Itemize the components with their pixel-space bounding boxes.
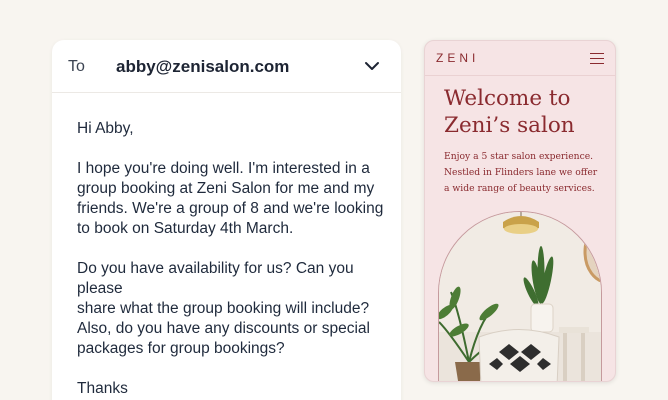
- body-line: packages for group bookings?: [77, 340, 285, 357]
- email-recipient-row[interactable]: To abby@zenisalon.com: [52, 40, 401, 93]
- zeni-logo[interactable]: ZENI: [436, 51, 479, 65]
- body-line: Do you have availability for us? Can you…: [77, 260, 354, 297]
- body-paragraph-1: I hope you're doing well. I'm interested…: [77, 159, 393, 239]
- email-compose-card: To abby@zenisalon.com Hi Abby, I hope yo…: [52, 40, 401, 400]
- salon-interior-photo: [438, 211, 602, 381]
- hero-title-line: Welcome to: [444, 86, 571, 111]
- body-line: friends. We're a group of 8 and we're lo…: [77, 200, 384, 217]
- hero-subtitle: Enjoy a 5 star salon experience. Nestled…: [444, 149, 614, 197]
- hero-title-line: Zeni’s salon: [444, 113, 575, 138]
- greeting: Hi Abby,: [77, 119, 393, 139]
- hero-subtitle-line: a wide range of beauty services.: [444, 183, 595, 194]
- body-line: Hi Abby,: [77, 120, 134, 137]
- hamburger-menu-icon[interactable]: [590, 53, 604, 64]
- body-line: group booking at Zeni Salon for me and m…: [77, 180, 375, 197]
- body-line: I hope you're doing well. I'm interested…: [77, 160, 370, 177]
- email-body[interactable]: Hi Abby, I hope you're doing well. I'm i…: [77, 119, 393, 400]
- body-line: share what the group booking will includ…: [77, 300, 370, 317]
- body-paragraph-2: Do you have availability for us? Can you…: [77, 259, 393, 359]
- mobile-site-preview: ZENI Welcome to Zeni’s salon Enjoy a 5 s…: [424, 40, 616, 382]
- hero-subtitle-line: Nestled in Flinders lane we offer: [444, 167, 598, 178]
- body-line: Thanks: [77, 380, 128, 397]
- hero-subtitle-line: Enjoy a 5 star salon experience.: [444, 151, 594, 162]
- chevron-down-icon[interactable]: [364, 60, 380, 72]
- stage: To abby@zenisalon.com Hi Abby, I hope yo…: [0, 0, 668, 400]
- sign-off: Thanks: [77, 379, 393, 399]
- hero-title: Welcome to Zeni’s salon: [444, 85, 614, 139]
- body-line: Also, do you have any discounts or speci…: [77, 320, 370, 337]
- salon-interior-illustration: [439, 212, 601, 381]
- to-label: To: [68, 58, 85, 75]
- body-line: to book on Saturday 4th March.: [77, 220, 294, 237]
- recipient-address[interactable]: abby@zenisalon.com: [116, 57, 289, 77]
- nav-divider: [425, 75, 615, 76]
